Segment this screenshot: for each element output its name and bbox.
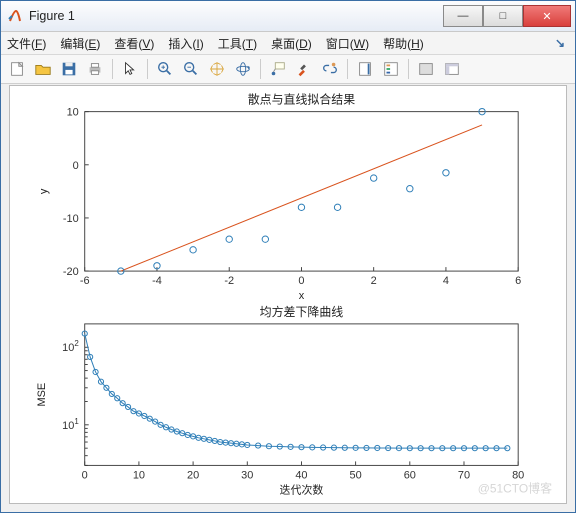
- svg-text:-4: -4: [152, 275, 162, 287]
- svg-text:4: 4: [443, 275, 449, 287]
- chart1-ylabel: y: [38, 188, 50, 194]
- menu-d[interactable]: 桌面(D): [269, 35, 314, 52]
- svg-text:0: 0: [73, 160, 79, 172]
- svg-text:60: 60: [404, 469, 416, 481]
- svg-text:30: 30: [241, 469, 253, 481]
- svg-text:10: 10: [133, 469, 145, 481]
- chart2-mse-line: [85, 334, 508, 449]
- window-title: Figure 1: [29, 9, 443, 23]
- pointer-icon[interactable]: [118, 57, 142, 81]
- pan-icon[interactable]: [205, 57, 229, 81]
- menu-bar: 文件(F) 编辑(E) 查看(V) 插入(I) 工具(T) 桌面(D) 窗口(W) 帮助(H)…: [1, 32, 575, 55]
- new-figure-icon[interactable]: [5, 57, 29, 81]
- maximize-button[interactable]: □: [483, 5, 523, 27]
- toolbar-separator: [112, 59, 113, 79]
- svg-text:101: 101: [62, 417, 79, 432]
- svg-text:0: 0: [298, 275, 304, 287]
- minimize-button[interactable]: —: [443, 5, 483, 27]
- show-tools-icon[interactable]: [440, 57, 464, 81]
- menu-t[interactable]: 工具(T): [216, 35, 259, 52]
- close-button[interactable]: ✕: [523, 5, 571, 27]
- figure-window: Figure 1 — □ ✕ 文件(F) 编辑(E) 查看(V) 插入(I) 工具(T)…: [0, 0, 576, 513]
- svg-text:-10: -10: [63, 213, 79, 225]
- dock-arrow-icon[interactable]: ↘: [555, 36, 571, 50]
- svg-text:2: 2: [371, 275, 377, 287]
- colorbar-icon[interactable]: [353, 57, 377, 81]
- link-icon[interactable]: [318, 57, 342, 81]
- watermark: @51CTO博客: [478, 480, 552, 495]
- menu-i[interactable]: 插入(I): [166, 35, 205, 52]
- window-controls: — □ ✕: [443, 5, 571, 27]
- title-bar[interactable]: Figure 1 — □ ✕: [1, 1, 575, 32]
- menu-f[interactable]: 文件(F): [5, 35, 48, 52]
- svg-text:-2: -2: [224, 275, 234, 287]
- svg-text:50: 50: [350, 469, 362, 481]
- print-icon[interactable]: [83, 57, 107, 81]
- chart1-axes-box: [85, 112, 518, 271]
- save-icon[interactable]: [57, 57, 81, 81]
- zoom-out-icon[interactable]: [179, 57, 203, 81]
- chart2-xlabel: 迭代次数: [280, 482, 324, 496]
- chart1-title: 散点与直线拟合结果: [248, 92, 356, 107]
- svg-text:-6: -6: [80, 275, 90, 287]
- svg-text:80: 80: [512, 469, 524, 481]
- svg-text:-20: -20: [63, 266, 79, 278]
- chart2-mse-markers: [82, 331, 510, 451]
- svg-text:0: 0: [82, 469, 88, 481]
- datatip-icon[interactable]: [266, 57, 290, 81]
- toolbar: [1, 55, 575, 84]
- chart2-title: 均方差下降曲线: [260, 304, 344, 319]
- hide-tools-icon[interactable]: [414, 57, 438, 81]
- svg-text:70: 70: [458, 469, 470, 481]
- chart1-x-axis: -6 -4 -2 0 2 4 6: [80, 267, 521, 287]
- menu-w[interactable]: 窗口(W): [324, 35, 371, 52]
- brush-icon[interactable]: [292, 57, 316, 81]
- chart1-scatter: [118, 108, 486, 274]
- toolbar-separator: [408, 59, 409, 79]
- menu-h[interactable]: 帮助(H): [381, 35, 426, 52]
- toolbar-separator: [260, 59, 261, 79]
- svg-text:102: 102: [62, 339, 79, 354]
- rotate3d-icon[interactable]: [231, 57, 255, 81]
- chart2-x-axis: 0 10 20 30 40 50 60 70 80: [82, 461, 525, 481]
- legend-icon[interactable]: [379, 57, 403, 81]
- matlab-logo-icon: [7, 8, 23, 24]
- svg-text:10: 10: [67, 107, 79, 119]
- plot-area: 散点与直线拟合结果-6-4-20246-20-10010xy均方差下降曲线010…: [9, 85, 567, 504]
- chart1-fit-line: [121, 125, 482, 271]
- svg-text:6: 6: [515, 275, 521, 287]
- menu-v[interactable]: 查看(V): [112, 35, 156, 52]
- svg-text:40: 40: [295, 469, 307, 481]
- toolbar-separator: [147, 59, 148, 79]
- open-icon[interactable]: [31, 57, 55, 81]
- chart2-ylabel: MSE: [36, 383, 48, 407]
- zoom-in-icon[interactable]: [153, 57, 177, 81]
- svg-text:20: 20: [187, 469, 199, 481]
- menu-e[interactable]: 编辑(E): [58, 35, 102, 52]
- toolbar-separator: [347, 59, 348, 79]
- chart1-xlabel: x: [299, 290, 305, 302]
